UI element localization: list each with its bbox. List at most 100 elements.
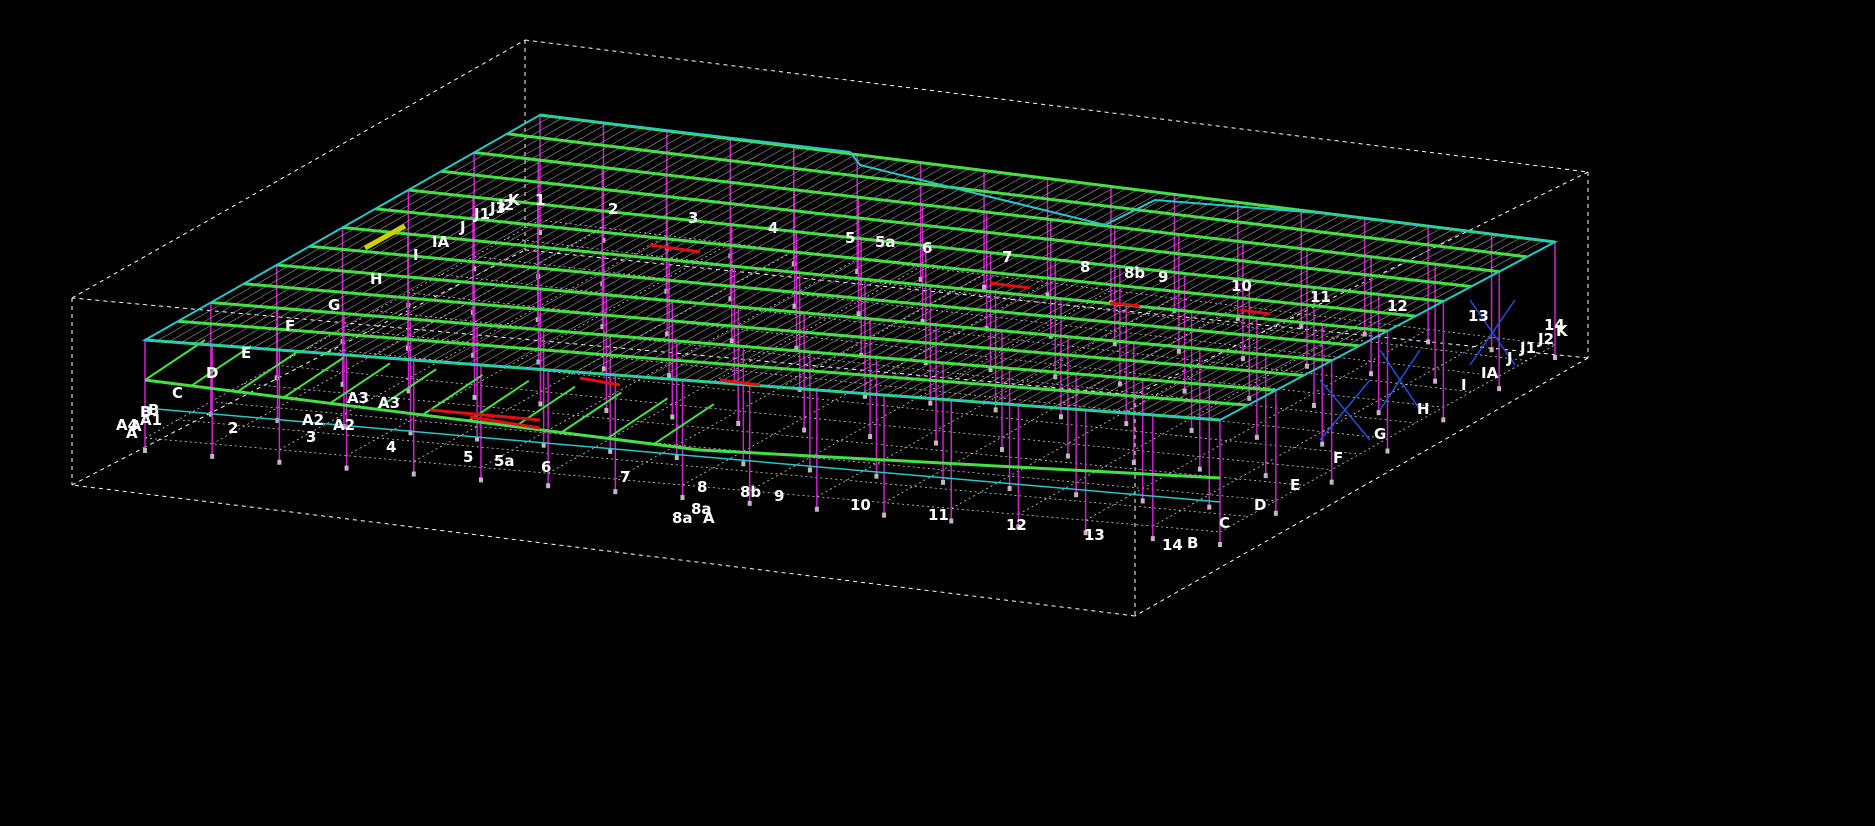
grid-label-back-10: 10 [1231,277,1252,295]
grid-label-right-i: I [1461,376,1467,394]
grid-label-front-10: 10 [850,496,871,514]
grid-label-back-13: 13 [1468,307,1489,325]
column-base [736,420,741,426]
grid-label-front-a2-1: A2 [302,411,324,429]
column-base [210,453,215,459]
column-base [928,400,933,406]
column-base [874,473,879,479]
grid-label-front-8: 8 [697,478,707,496]
grid-label-back-12: 12 [1387,297,1408,315]
grid-label-back-7: 7 [1002,248,1012,266]
column-base [670,414,675,420]
selected-member [1239,308,1271,316]
grid-label-back-8: 8 [1080,258,1090,276]
column-base [1140,498,1145,504]
grid-label-front-a3-2: A3 [378,394,400,412]
grid-label-right-g: G [1374,425,1386,443]
ground-grid-lines [144,219,1556,533]
column-base [277,459,282,465]
column-base [613,489,618,495]
grid-label-back-j1: J1 [473,205,490,223]
column-base [802,427,807,433]
grid-label-back-h: H [370,270,383,288]
grid-label-front-6: 6 [541,458,551,476]
column-base [882,512,887,518]
grid-label-right-ia: IA [1481,364,1499,382]
column-base [1124,421,1129,427]
grid-label-back-e: E [241,344,251,362]
column-base [993,407,998,413]
grid-label-front-a: A [126,424,138,442]
column-base [1182,388,1187,394]
column-base [1489,347,1494,353]
model-viewport[interactable]: 1 2 3 4 5 5a 6 7 8 8b 9 10 11 12 13 14 K… [0,0,1875,826]
selected-member [579,376,621,387]
column-base [1329,479,1334,485]
selected-member [989,281,1031,290]
canopy-rafter [560,391,622,434]
column-base [814,506,819,512]
grid-label-front-b: B [148,401,159,419]
column-base [1065,453,1070,459]
grid-label-right-j1: J1 [1519,339,1536,357]
bbox-edge [71,484,1136,617]
grid-label-front-a-2: A [703,509,715,527]
grid-label-front-5: 5 [463,448,473,466]
bbox-edge [1134,357,1589,617]
ground-grid-line [177,419,1248,517]
grid-label-back-3: 3 [688,209,698,227]
column-base [1263,473,1268,479]
grid-label-back-2: 2 [608,200,618,218]
column-base [1385,448,1390,454]
grid-label-front-7: 7 [620,468,630,486]
column-base [1433,378,1438,384]
grid-label-front-a3-1: A3 [347,389,369,407]
grid-label-back-5: 5 [845,229,855,247]
grid-label-back-j2: J2 [497,196,514,214]
canopy-rafter [144,339,206,381]
grid-label-front-a2-2: A2 [333,416,355,434]
column-base [1150,536,1155,542]
column-base [999,447,1004,453]
column-base [1197,466,1202,472]
column-base [1058,414,1063,420]
grid-label-back-8b: 8b [1124,264,1145,282]
column-base [1007,486,1012,492]
column-base [1273,510,1278,516]
column-base [868,434,873,440]
grid-label-front-9: 9 [774,487,784,505]
grid-label-right-k: K [1556,322,1569,340]
column-base [1117,381,1122,387]
column-base [411,471,416,477]
ground-grid-line [243,383,1304,486]
column-base [604,407,609,413]
grid-label-back-g: G [328,296,340,314]
column-base [1369,371,1374,377]
structural-model-3d-view[interactable]: 1 2 3 4 5 5a 6 7 8 8b 9 10 11 12 13 14 K… [0,0,1875,826]
column-base [1131,460,1136,466]
canopy-rafter [283,356,345,399]
columns [143,115,1557,547]
column-base [729,338,734,344]
column-base [1497,386,1502,392]
column-base [949,518,954,524]
column-base [478,477,483,483]
column-base [608,448,613,454]
column-base [1553,355,1557,360]
grid-label-front-8a-2: 8a [672,509,693,527]
column-base [143,448,147,453]
grid-label-back-11: 11 [1310,288,1331,306]
column-base [1207,504,1212,510]
column-base [1441,417,1446,423]
grid-label-right-h: H [1417,400,1430,418]
grid-label-right-f: F [1333,449,1343,467]
grid-label-back-ia: IA [432,233,450,251]
grid-label-back-j: J [459,218,466,236]
grid-label-back-f: F [285,317,295,335]
column-base [1218,542,1222,547]
column-base [1376,410,1381,416]
column-base [1320,441,1325,447]
column-base [1189,427,1194,433]
column-base [680,495,685,500]
grid-label-back-4: 4 [768,219,778,237]
